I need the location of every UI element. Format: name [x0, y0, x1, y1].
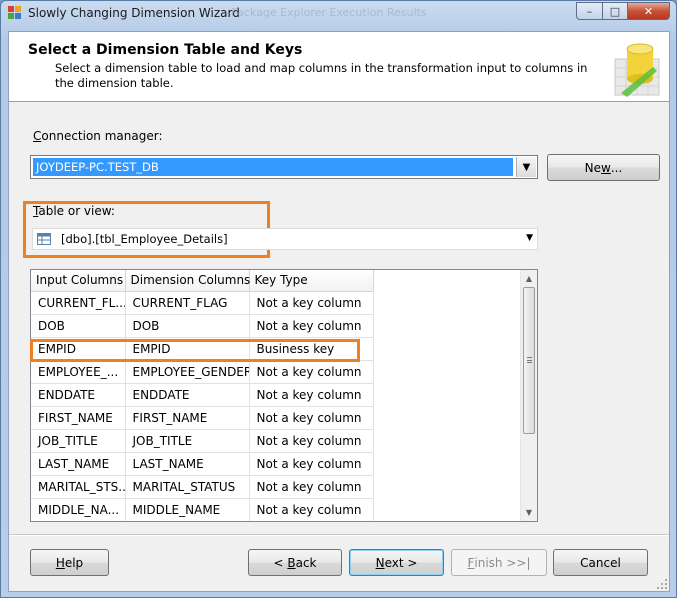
input-column-cell[interactable]: LAST_NAME — [31, 452, 126, 476]
resize-grip-icon[interactable] — [656, 578, 668, 590]
grid-vertical-scrollbar[interactable]: ▲ ▼ — [520, 270, 537, 521]
window-title: Slowly Changing Dimension Wizard — [28, 6, 240, 20]
table-row[interactable]: LAST_NAME LAST_NAME Not a key column — [31, 452, 374, 476]
grid-header-row: Input Columns Dimension Columns Key Type — [31, 270, 374, 292]
input-column-cell[interactable]: MIDDLE_NA... — [31, 498, 126, 521]
table-row[interactable]: ENDDATE ENDDATE Not a key column — [31, 383, 374, 407]
scroll-down-icon[interactable]: ▼ — [521, 504, 537, 521]
table-or-view-label: Table or view: — [33, 204, 115, 218]
header-dimension-columns[interactable]: Dimension Columns — [125, 270, 250, 292]
finish-button[interactable]: Finish >>| — [451, 549, 547, 576]
chevron-down-icon[interactable]: ▼ — [526, 233, 533, 243]
dimension-column-cell[interactable]: MARITAL_STATUS — [125, 475, 250, 499]
key-type-cell[interactable]: Not a key column — [249, 360, 374, 384]
input-column-cell[interactable]: FIRST_NAME — [31, 406, 126, 430]
page-title: Select a Dimension Table and Keys — [28, 42, 303, 58]
key-type-cell[interactable]: Not a key column — [249, 406, 374, 430]
dimension-column-cell[interactable]: FIRST_NAME — [125, 406, 250, 430]
help-button[interactable]: Help — [30, 549, 109, 576]
table-row[interactable]: FIRST_NAME FIRST_NAME Not a key column — [31, 406, 374, 430]
connection-manager-combobox[interactable]: JOYDEEP-PC.TEST_DB ▼ — [30, 155, 538, 179]
header-key-type[interactable]: Key Type — [249, 270, 374, 292]
background-tabs-ghost: Package Explorer Execution Results — [231, 6, 427, 19]
cancel-button[interactable]: Cancel — [553, 549, 648, 576]
back-button[interactable]: < Back — [248, 549, 342, 576]
dimension-column-cell[interactable]: MIDDLE_NAME — [125, 498, 250, 521]
table-or-view-combobox[interactable]: [dbo].[tbl_Employee_Details] ▼ — [32, 228, 538, 250]
page-description: Select a dimension table to load and map… — [55, 61, 588, 90]
key-type-cell[interactable]: Not a key column — [249, 429, 374, 453]
table-row[interactable]: EMPLOYEE_... EMPLOYEE_GENDER Not a key col… — [31, 360, 374, 384]
next-button[interactable]: Next > — [349, 549, 444, 576]
table-row[interactable]: CURRENT_FL... CURRENT_FLAG Not a key colum… — [31, 291, 374, 315]
table-row[interactable]: JOB_TITLE JOB_TITLE Not a key column — [31, 429, 374, 453]
key-type-cell[interactable]: Not a key column — [249, 291, 374, 315]
scroll-up-icon[interactable]: ▲ — [521, 270, 537, 287]
table-row[interactable]: MIDDLE_NA... MIDDLE_NAME Not a key column — [31, 498, 374, 521]
minimize-icon: – — [586, 4, 593, 18]
close-button[interactable]: ✕ — [627, 2, 670, 20]
dimension-column-cell[interactable]: JOB_TITLE — [125, 429, 250, 453]
scrollbar-thumb[interactable] — [523, 287, 535, 434]
new-connection-button[interactable]: Ne w... — [547, 154, 660, 181]
table-or-view-value: [dbo].[tbl_Employee_Details] — [61, 232, 228, 246]
connection-manager-value: JOYDEEP-PC.TEST_DB — [33, 158, 513, 176]
grip-icon — [527, 357, 532, 363]
footer-separator — [9, 534, 669, 536]
dimension-column-cell[interactable]: DOB — [125, 314, 250, 338]
maximize-button[interactable]: □ — [602, 2, 627, 20]
maximize-icon: □ — [609, 4, 621, 18]
input-column-cell[interactable]: JOB_TITLE — [31, 429, 126, 453]
input-column-cell[interactable]: CURRENT_FL... — [31, 291, 126, 315]
input-column-cell[interactable]: ENDDATE — [31, 383, 126, 407]
table-icon — [37, 233, 51, 245]
key-type-cell[interactable]: Not a key column — [249, 498, 374, 521]
wizard-header: Select a Dimension Table and Keys Select… — [9, 32, 669, 102]
key-type-cell[interactable]: Not a key column — [249, 383, 374, 407]
key-type-cell[interactable]: Not a key column — [249, 452, 374, 476]
business-key-highlight-box — [30, 339, 360, 362]
input-column-cell[interactable]: MARITAL_STS... — [31, 475, 126, 499]
input-column-cell[interactable]: EMPLOYEE_... — [31, 360, 126, 384]
database-wizard-icon — [614, 43, 660, 97]
dimension-column-cell[interactable]: CURRENT_FLAG — [125, 291, 250, 315]
connection-manager-label: Connection manager: — [33, 129, 163, 143]
key-type-cell[interactable]: Not a key column — [249, 314, 374, 338]
dimension-column-cell[interactable]: LAST_NAME — [125, 452, 250, 476]
wizard-window: Slowly Changing Dimension Wizard Package… — [0, 0, 677, 598]
input-column-cell[interactable]: DOB — [31, 314, 126, 338]
table-row[interactable]: MARITAL_STS... MARITAL_STATUS Not a key co… — [31, 475, 374, 499]
title-bar[interactable]: Slowly Changing Dimension Wizard Package… — [1, 1, 676, 25]
dialog-client: Select a Dimension Table and Keys Select… — [8, 31, 670, 592]
column-mapping-grid[interactable]: Input Columns Dimension Columns Key Type… — [30, 269, 538, 522]
header-input-columns[interactable]: Input Columns — [31, 270, 126, 292]
chevron-down-icon[interactable]: ▼ — [516, 157, 536, 177]
minimize-button[interactable]: – — [576, 2, 602, 20]
dimension-column-cell[interactable]: EMPLOYEE_GENDER — [125, 360, 250, 384]
table-row[interactable]: DOB DOB Not a key column — [31, 314, 374, 338]
close-icon: ✕ — [643, 4, 654, 18]
ssis-app-icon — [8, 6, 21, 19]
dimension-column-cell[interactable]: ENDDATE — [125, 383, 250, 407]
key-type-cell[interactable]: Not a key column — [249, 475, 374, 499]
